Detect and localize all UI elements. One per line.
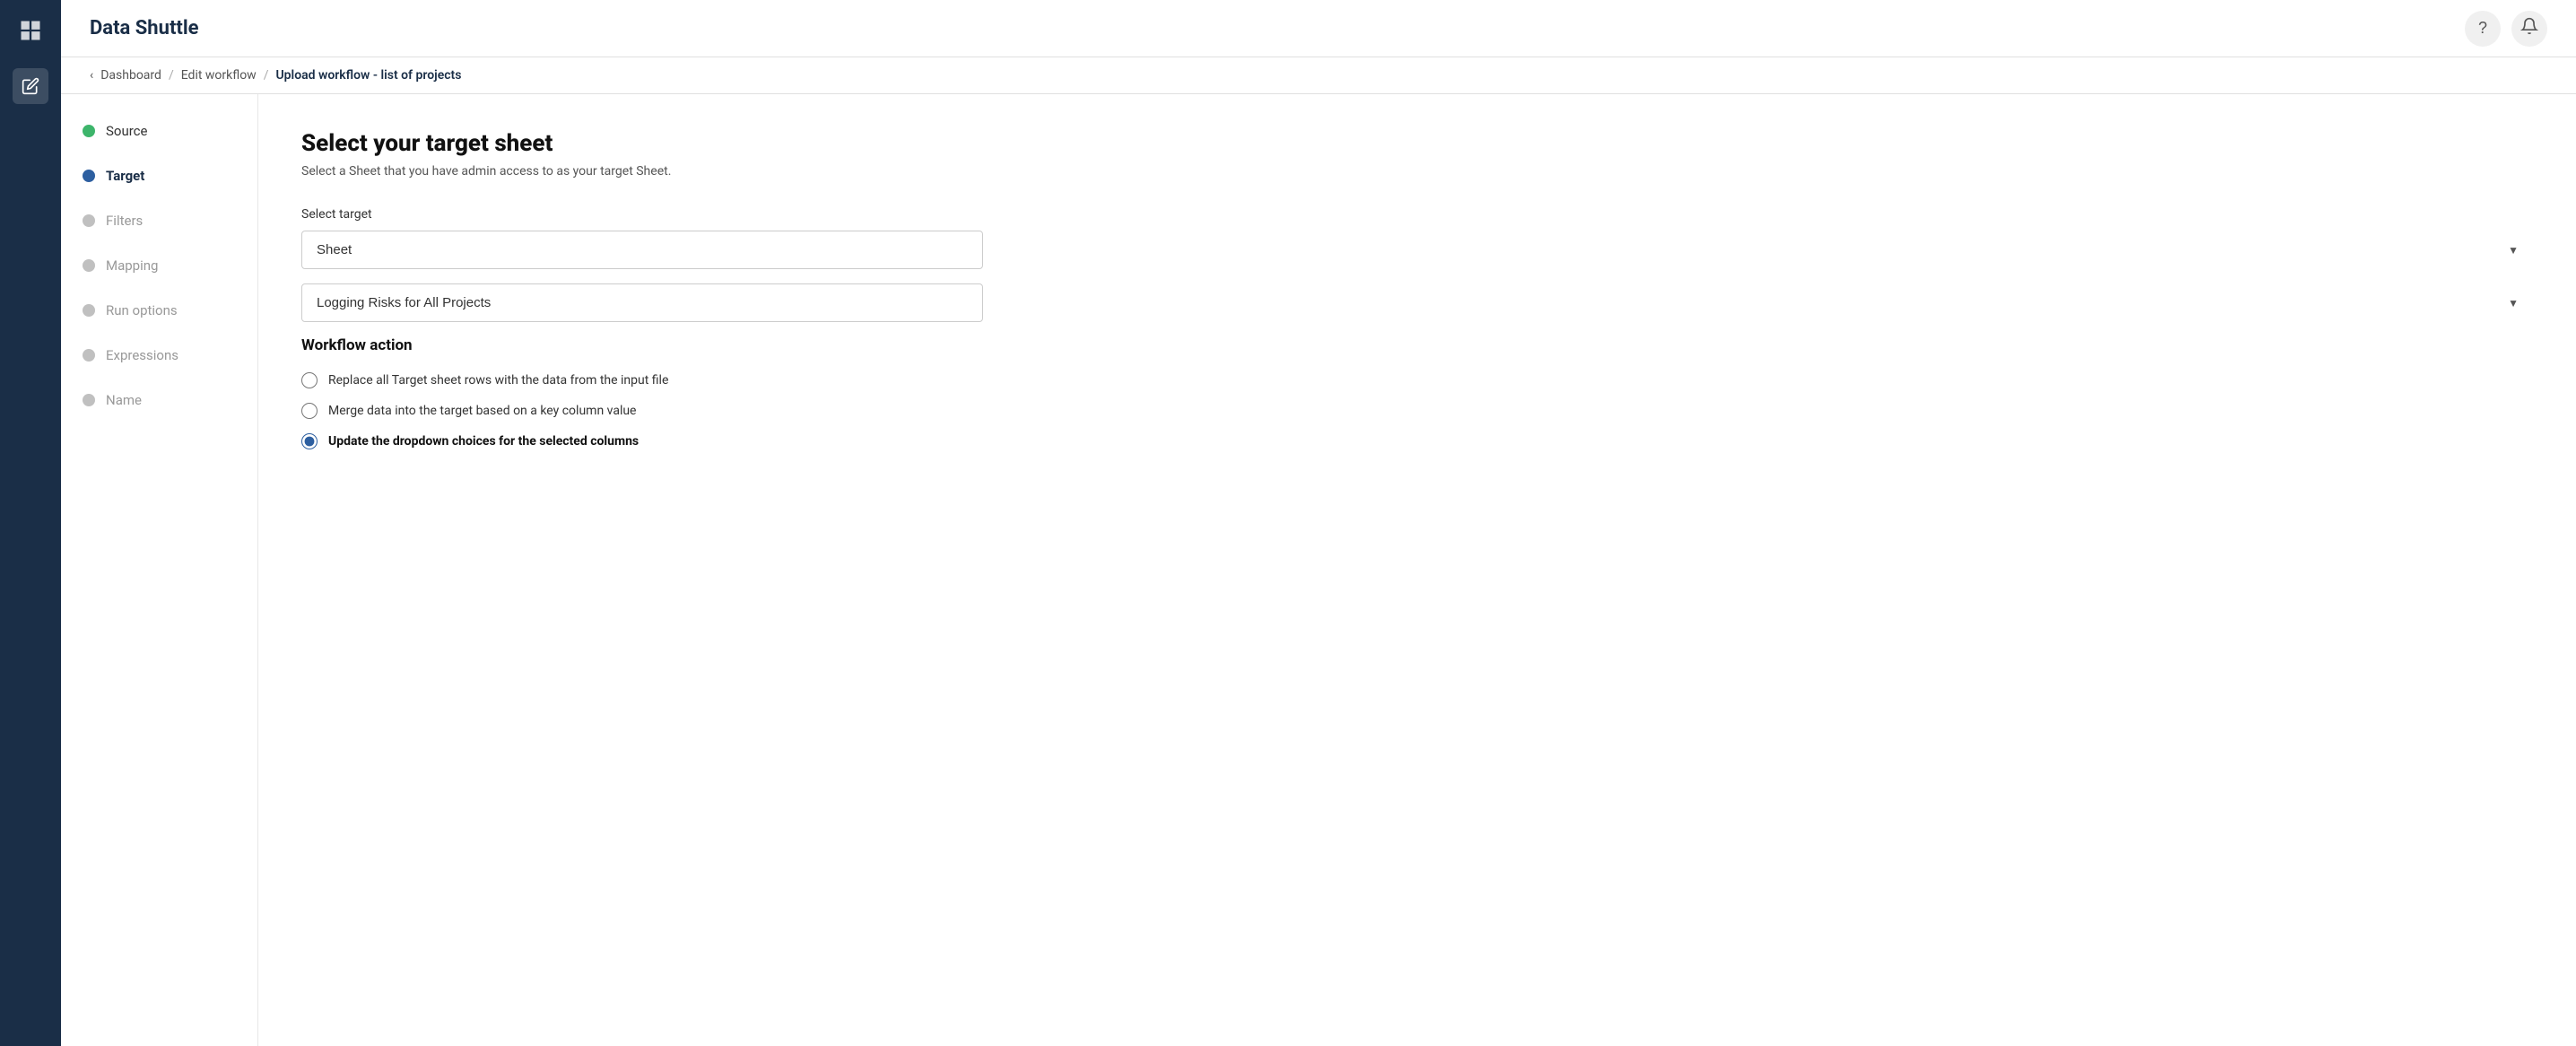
step-run-options[interactable]: Run options [83, 302, 236, 318]
content-area: Select your target sheet Select a Sheet … [258, 94, 2576, 1046]
step-label-target: Target [106, 168, 144, 184]
step-target[interactable]: Target [83, 168, 236, 184]
radio-merge-input[interactable] [301, 403, 318, 419]
target-sheet-select[interactable]: Logging Risks for All Projects [301, 283, 983, 322]
header-actions: ? [2465, 11, 2547, 47]
step-label-mapping: Mapping [106, 257, 158, 274]
radio-merge[interactable]: Merge data into the target based on a ke… [301, 403, 2533, 419]
target-type-select[interactable]: Sheet [301, 231, 983, 269]
app-logo-icon [14, 14, 47, 47]
breadcrumb-sep-1: / [169, 68, 174, 83]
page-subtitle: Select a Sheet that you have admin acces… [301, 164, 2533, 179]
target-sheet-chevron-icon: ▼ [2508, 297, 2519, 309]
help-icon: ? [2478, 19, 2487, 38]
notification-icon [2520, 17, 2538, 39]
radio-update-dropdown-label: Update the dropdown choices for the sele… [328, 434, 639, 449]
step-label-source: Source [106, 123, 147, 139]
step-dot-expressions [83, 349, 95, 362]
step-dot-filters [83, 214, 95, 227]
breadcrumb-sep-2: / [264, 68, 269, 83]
target-type-select-wrapper: Sheet ▼ [301, 231, 2533, 269]
step-dot-mapping [83, 259, 95, 272]
radio-update-dropdown-input[interactable] [301, 433, 318, 449]
breadcrumb-current: Upload workflow - list of projects [275, 68, 461, 83]
breadcrumb-dashboard[interactable]: Dashboard [100, 68, 161, 83]
select-target-label: Select target [301, 207, 2533, 222]
edit-icon[interactable] [13, 68, 48, 104]
step-label-filters: Filters [106, 213, 143, 229]
step-filters[interactable]: Filters [83, 213, 236, 229]
step-label-expressions: Expressions [106, 347, 178, 363]
step-dot-source [83, 125, 95, 137]
notification-button[interactable] [2511, 11, 2547, 47]
radio-update-dropdown[interactable]: Update the dropdown choices for the sele… [301, 433, 2533, 449]
page-title: Select your target sheet [301, 130, 2533, 157]
step-mapping[interactable]: Mapping [83, 257, 236, 274]
help-button[interactable]: ? [2465, 11, 2501, 47]
workflow-action-radio-group: Replace all Target sheet rows with the d… [301, 372, 2533, 449]
main-wrapper: Data Shuttle ? ‹ Dashboard / Edit workfl… [61, 0, 2576, 1046]
target-sheet-select-wrapper: Logging Risks for All Projects ▼ [301, 283, 2533, 322]
step-source[interactable]: Source [83, 123, 236, 139]
steps-nav: Source Target Filters Mapping Run option… [61, 94, 258, 1046]
radio-merge-label: Merge data into the target based on a ke… [328, 404, 637, 418]
breadcrumb-back-arrow[interactable]: ‹ [90, 68, 93, 83]
step-dot-target [83, 170, 95, 182]
radio-replace-input[interactable] [301, 372, 318, 388]
icon-rail [0, 0, 61, 1046]
workflow-action-title: Workflow action [301, 336, 2533, 354]
breadcrumb: ‹ Dashboard / Edit workflow / Upload wor… [61, 57, 2576, 94]
step-label-name: Name [106, 392, 142, 408]
breadcrumb-edit-workflow[interactable]: Edit workflow [181, 68, 257, 83]
app-title: Data Shuttle [90, 17, 199, 39]
step-name[interactable]: Name [83, 392, 236, 408]
step-label-run-options: Run options [106, 302, 178, 318]
step-dot-name [83, 394, 95, 406]
top-header: Data Shuttle ? [61, 0, 2576, 57]
target-type-chevron-icon: ▼ [2508, 244, 2519, 257]
step-expressions[interactable]: Expressions [83, 347, 236, 363]
page-body: Source Target Filters Mapping Run option… [61, 94, 2576, 1046]
radio-replace[interactable]: Replace all Target sheet rows with the d… [301, 372, 2533, 388]
step-dot-run-options [83, 304, 95, 317]
radio-replace-label: Replace all Target sheet rows with the d… [328, 373, 668, 388]
